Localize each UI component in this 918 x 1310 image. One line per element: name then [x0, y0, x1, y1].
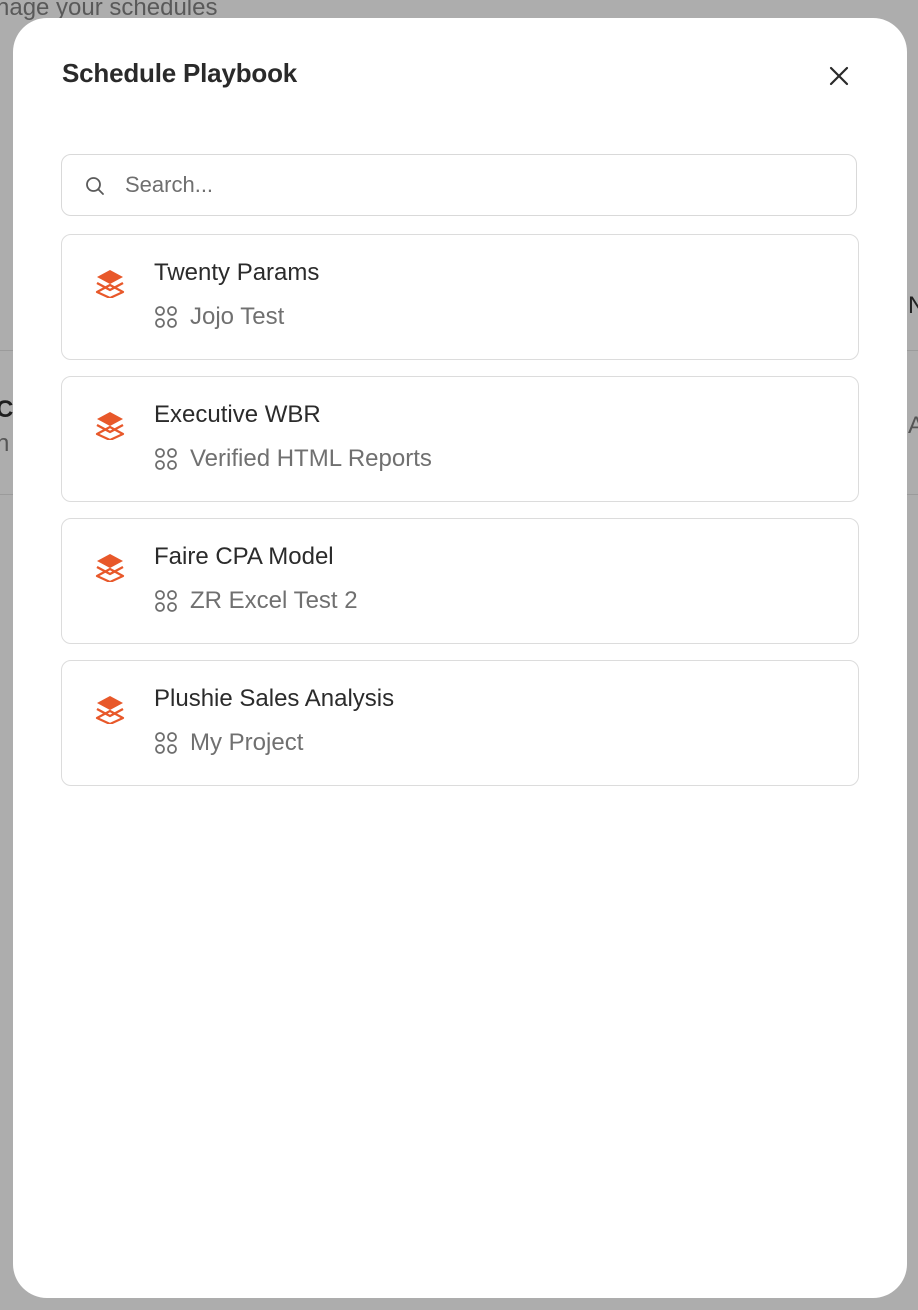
- playbook-item[interactable]: Twenty Params Jojo Test: [61, 234, 859, 360]
- grid-icon: [155, 732, 177, 754]
- project-label: My Project: [190, 729, 304, 756]
- playbook-project: ZR Excel Test 2: [154, 587, 358, 615]
- dialog-title: Schedule Playbook: [62, 58, 298, 88]
- close-icon: [829, 66, 849, 86]
- project-label: Verified HTML Reports: [190, 445, 432, 472]
- playbook-title: Twenty Params: [154, 259, 320, 286]
- layers-icon: [95, 554, 125, 582]
- playbook-item[interactable]: Executive WBR Verified HTML Reports: [61, 376, 859, 502]
- search-icon: [86, 177, 104, 195]
- playbook-item[interactable]: Faire CPA Model ZR Excel Test 2: [61, 518, 859, 644]
- playbook-project: Jojo Test: [154, 303, 284, 331]
- playbook-title: Executive WBR: [154, 401, 321, 428]
- playbook-item[interactable]: Plushie Sales Analysis My Project: [61, 660, 859, 786]
- project-label: ZR Excel Test 2: [190, 587, 358, 614]
- playbook-title: Plushie Sales Analysis: [154, 685, 395, 712]
- background-text-fragment: n: [0, 430, 10, 457]
- playbook-title: Faire CPA Model: [154, 543, 334, 570]
- grid-icon: [155, 306, 177, 328]
- schedule-playbook-dialog: Schedule Playbook Twenty Params: [13, 18, 907, 1298]
- layers-icon: [95, 270, 125, 298]
- layers-icon: [95, 696, 125, 724]
- search-input[interactable]: [125, 167, 825, 203]
- close-button[interactable]: [821, 58, 857, 94]
- background-text-fragment: A: [908, 412, 918, 439]
- layers-icon: [95, 412, 125, 440]
- grid-icon: [155, 590, 177, 612]
- grid-icon: [155, 448, 177, 470]
- playbook-project: My Project: [154, 729, 303, 757]
- search-box[interactable]: [61, 154, 857, 216]
- playbook-list: Twenty Params Jojo Test Executive WBR Ve…: [61, 234, 859, 802]
- playbook-project: Verified HTML Reports: [154, 445, 432, 473]
- background-text-fragment: N: [908, 292, 918, 319]
- project-label: Jojo Test: [190, 303, 285, 330]
